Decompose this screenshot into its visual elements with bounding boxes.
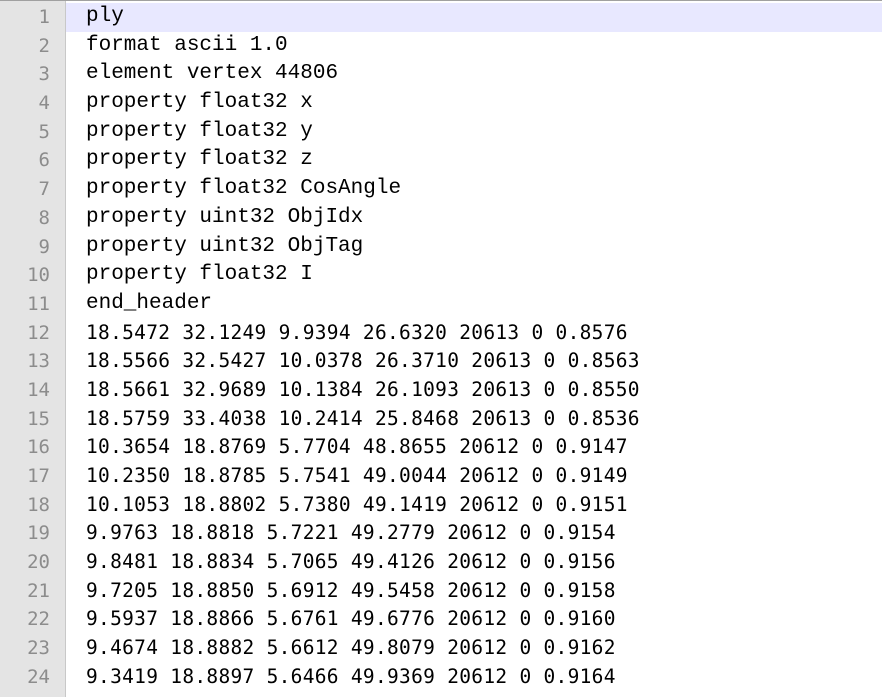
line-number: 16 (27, 436, 50, 459)
line-number: 2 (38, 34, 50, 57)
editor-line[interactable]: 10 property float32 I (0, 261, 882, 290)
editor-line[interactable]: 7 property float32 CosAngle (0, 175, 882, 204)
line-text[interactable]: 18.5472 32.1249 9.9394 26.6320 20613 0 0… (66, 319, 882, 348)
line-text[interactable]: 9.7205 18.8850 5.6912 49.5458 20612 0 0.… (66, 577, 882, 606)
line-text[interactable]: 9.9763 18.8818 5.7221 49.2779 20612 0 0.… (66, 519, 882, 548)
editor-lines[interactable]: 1 ply 2 format ascii 1.0 3 element verte… (0, 3, 882, 692)
line-number: 22 (27, 608, 50, 631)
line-text[interactable]: 9.8481 18.8834 5.7065 49.4126 20612 0 0.… (66, 548, 882, 577)
line-number: 7 (38, 178, 50, 201)
editor-line[interactable]: 12 18.5472 32.1249 9.9394 26.6320 20613 … (0, 319, 882, 348)
line-number: 15 (27, 407, 50, 430)
line-number: 4 (38, 92, 50, 115)
line-text[interactable]: property uint32 ObjTag (66, 233, 882, 262)
editor-line[interactable]: 3 element vertex 44806 (0, 60, 882, 89)
editor-line[interactable]: 17 10.2350 18.8785 5.7541 49.0044 20612 … (0, 462, 882, 491)
line-number: 21 (27, 579, 50, 602)
line-number: 9 (38, 235, 50, 258)
line-number: 6 (38, 149, 50, 172)
line-text[interactable]: 9.4674 18.8882 5.6612 49.8079 20612 0 0.… (66, 634, 882, 663)
line-text[interactable]: 9.5937 18.8866 5.6761 49.6776 20612 0 0.… (66, 605, 882, 634)
line-text[interactable]: 9.3419 18.8897 5.6466 49.9369 20612 0 0.… (66, 663, 882, 692)
line-number: 23 (27, 637, 50, 660)
line-number: 18 (27, 493, 50, 516)
editor-line[interactable]: 6 property float32 z (0, 146, 882, 175)
line-text[interactable]: 18.5759 33.4038 10.2414 25.8468 20613 0 … (66, 405, 882, 434)
editor-line[interactable]: 21 9.7205 18.8850 5.6912 49.5458 20612 0… (0, 577, 882, 606)
line-number: 19 (27, 522, 50, 545)
editor-line[interactable]: 16 10.3654 18.8769 5.7704 48.8655 20612 … (0, 433, 882, 462)
line-number: 12 (27, 321, 50, 344)
editor-line[interactable]: 18 10.1053 18.8802 5.7380 49.1419 20612 … (0, 491, 882, 520)
line-number: 10 (27, 264, 50, 287)
line-text[interactable]: end_header (66, 290, 882, 319)
line-number: 14 (27, 378, 50, 401)
line-text[interactable]: 10.3654 18.8769 5.7704 48.8655 20612 0 0… (66, 433, 882, 462)
line-number: 17 (27, 465, 50, 487)
line-text[interactable]: 18.5661 32.9689 10.1384 26.1093 20613 0 … (66, 376, 882, 405)
line-text[interactable]: property float32 CosAngle (66, 175, 882, 204)
line-text[interactable]: property float32 y (66, 118, 882, 147)
line-number: 3 (38, 63, 50, 86)
line-text[interactable]: property uint32 ObjIdx (66, 204, 882, 233)
editor-line[interactable]: 1 ply (0, 3, 882, 32)
line-number: 20 (27, 551, 50, 574)
editor-line[interactable]: 5 property float32 y (0, 118, 882, 147)
editor-line[interactable]: 20 9.8481 18.8834 5.7065 49.4126 20612 0… (0, 548, 882, 577)
line-number: 13 (27, 350, 50, 373)
line-text[interactable]: property float32 I (66, 261, 882, 290)
line-number: 8 (38, 206, 50, 229)
editor-line[interactable]: 13 18.5566 32.5427 10.0378 26.3710 20613… (0, 347, 882, 376)
editor-line[interactable]: 14 18.5661 32.9689 10.1384 26.1093 20613… (0, 376, 882, 405)
editor-line[interactable]: 22 9.5937 18.8866 5.6761 49.6776 20612 0… (0, 605, 882, 634)
editor-line[interactable]: 11 end_header (0, 290, 882, 319)
text-editor[interactable]: 1 ply 2 format ascii 1.0 3 element verte… (0, 0, 882, 697)
editor-line[interactable]: 9 property uint32 ObjTag (0, 233, 882, 262)
line-number: 24 (27, 665, 50, 688)
line-text[interactable]: 10.2350 18.8785 5.7541 49.0044 20612 0 0… (66, 462, 882, 491)
editor-line[interactable]: 23 9.4674 18.8882 5.6612 49.8079 20612 0… (0, 634, 882, 663)
line-text[interactable]: 18.5566 32.5427 10.0378 26.3710 20613 0 … (66, 347, 882, 376)
editor-line[interactable]: 24 9.3419 18.8897 5.6466 49.9369 20612 0… (0, 663, 882, 692)
line-text[interactable]: property float32 z (66, 146, 882, 175)
line-number: 5 (38, 120, 50, 143)
line-number: 1 (38, 6, 50, 28)
editor-line[interactable]: 8 property uint32 ObjIdx (0, 204, 882, 233)
line-text[interactable]: property float32 x (66, 89, 882, 118)
line-text[interactable]: ply (66, 3, 882, 32)
editor-line[interactable]: 4 property float32 x (0, 89, 882, 118)
line-text[interactable]: element vertex 44806 (66, 60, 882, 89)
line-text[interactable]: 10.1053 18.8802 5.7380 49.1419 20612 0 0… (66, 491, 882, 520)
line-text[interactable]: format ascii 1.0 (66, 32, 882, 61)
editor-line[interactable]: 15 18.5759 33.4038 10.2414 25.8468 20613… (0, 405, 882, 434)
editor-line[interactable]: 2 format ascii 1.0 (0, 32, 882, 61)
editor-line[interactable]: 19 9.9763 18.8818 5.7221 49.2779 20612 0… (0, 519, 882, 548)
line-number: 11 (27, 292, 50, 315)
